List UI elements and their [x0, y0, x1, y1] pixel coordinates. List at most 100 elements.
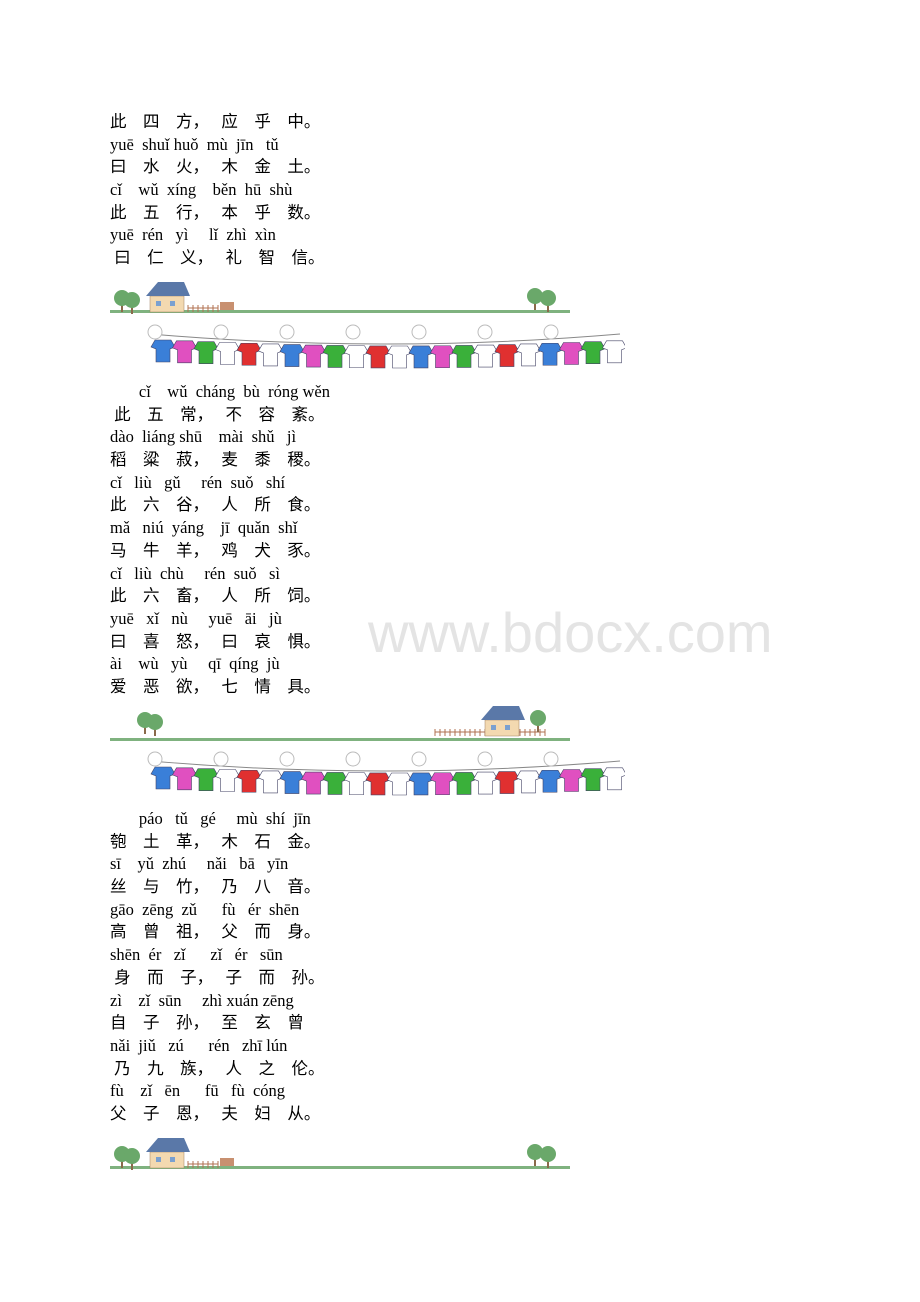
shirt-icon [258, 343, 283, 367]
cloud-icon [147, 751, 163, 767]
pinyin-line: mǎ niú yáng jī quǎn shǐ [110, 518, 298, 538]
shirt-icon [236, 769, 262, 793]
document-page: www.bdocx.com 此 四 方， 应 乎 中。 yuē shuǐ huǒ … [0, 0, 920, 1302]
landscape-divider-3 [110, 1134, 572, 1177]
shirt-icon [387, 345, 412, 369]
hanzi-line: 曰 喜 怒， 曰 哀 惧。 [110, 631, 321, 651]
shirt-icon [494, 344, 520, 367]
shirt-icon [387, 772, 412, 796]
shirt-icon [537, 342, 563, 366]
cloud-icon [543, 751, 559, 767]
shirt-icon [537, 769, 563, 793]
hanzi-line: 此 四 方， 应 乎 中。 [110, 112, 321, 131]
hanzi-line: 此 六 畜， 人 所 饲。 [110, 586, 321, 606]
pinyin-line: cǐ liù gǔ rén suǒ shí [110, 472, 286, 492]
shirt-icon [365, 345, 391, 369]
shirt-icon [322, 345, 348, 368]
hanzi-line: 曰 水 火， 木 金 土。 [110, 157, 321, 177]
cloud-icon [279, 751, 295, 767]
shirt-icon [193, 768, 219, 791]
shirt-icon [473, 771, 498, 795]
hanzi-line: 父 子 恩， 夫 妇 从。 [110, 1103, 321, 1123]
hanzi-line: 马 牛 羊， 鸡 犬 豕。 [110, 540, 321, 560]
shirt-icon [580, 768, 606, 791]
cloud-icon [477, 324, 493, 340]
cloud-icon [345, 751, 361, 767]
shirt-icon [365, 772, 391, 796]
shirt-icon [451, 772, 477, 795]
hanzi-line: 丝 与 竹， 乃 八 音。 [110, 877, 321, 897]
hanzi-line: 此 五 常， 不 容 紊。 [110, 404, 325, 424]
pinyin-line: zì zǐ sūn zhì xuán zēng [110, 990, 294, 1010]
pinyin-line: páo tǔ gé mù shí jīn [110, 809, 311, 828]
clothesline-divider-1 [145, 324, 627, 375]
pinyin-line: nǎi jiǔ zú rén zhī lún [110, 1035, 288, 1055]
pinyin-line: cǐ liù chù rén suǒ sì [110, 563, 281, 583]
shirt-icon [236, 342, 262, 366]
shirt-icon [602, 767, 627, 791]
cloud-icon [477, 751, 493, 767]
shirt-icon [516, 770, 541, 794]
hanzi-line: 稻 粱 菽， 麦 黍 稷。 [110, 450, 321, 470]
shirt-icon [322, 772, 348, 795]
shirt-icon [215, 769, 240, 792]
clothesline-divider-2 [145, 751, 627, 802]
cloud-icon [411, 324, 427, 340]
hanzi-line: 此 六 谷， 人 所 食。 [110, 495, 321, 515]
shirt-icon [279, 771, 305, 794]
shirt-icon [344, 345, 369, 369]
shirt-icon [215, 342, 240, 365]
shirt-icon [430, 345, 455, 369]
hanzi-line: 身 而 子， 子 而 孙。 [110, 967, 325, 987]
shirt-icon [473, 344, 498, 368]
tree-icon [540, 290, 556, 312]
cloud-icon [213, 324, 229, 340]
hanzi-line: 自 子 孙， 至 玄 曾 [110, 1013, 304, 1033]
fence-icon [187, 305, 219, 312]
shirt-icon [494, 771, 520, 794]
verse-section-1: 此 四 方， 应 乎 中。 yuē shuǐ huǒ mù jīn tǔ 曰 水 火… [110, 111, 325, 270]
cloud-icon [411, 751, 427, 767]
landscape-divider-2 [110, 706, 572, 749]
shirt-icon [279, 344, 305, 367]
cloud-icon [147, 324, 163, 340]
shirt-icon [451, 345, 477, 368]
pinyin-line: yuē rén yì lǐ zhì xìn [110, 225, 276, 245]
shirt-icon [172, 340, 197, 364]
shirt-icon [344, 772, 369, 796]
landscape-divider-1 [110, 278, 572, 321]
hanzi-line: 乃 九 族， 人 之 伦。 [110, 1058, 325, 1078]
pinyin-line: cǐ wǔ xíng běn hū shù [110, 180, 293, 200]
cloud-icon [345, 324, 361, 340]
shirt-icon [559, 769, 584, 792]
pinyin-line: fù zǐ ēn fū fù cóng [110, 1081, 286, 1101]
pinyin-line: yuē shuǐ huǒ mù jīn tǔ [110, 134, 279, 154]
verse-section-2: cǐ wǔ cháng bù róng wěn 此 五 常， 不 容 紊。 dào… [110, 381, 330, 699]
pinyin-line: gāo zēng zǔ fù ér shēn [110, 899, 300, 919]
pinyin-line: yuē xǐ nù yuē āi jù [110, 608, 282, 628]
fence-icon [187, 1161, 219, 1168]
hanzi-line: 匏 土 革， 木 石 金。 [110, 831, 321, 851]
tree-icon [147, 714, 163, 736]
watermark: www.bdocx.com [368, 601, 773, 664]
house-icon [481, 706, 525, 737]
tree-icon [540, 1146, 556, 1168]
pinyin-line: sī yǔ zhú nǎi bā yīn [110, 854, 289, 874]
hanzi-line: 此 五 行， 本 乎 数。 [110, 202, 321, 222]
hanzi-line: 曰 仁 义， 礼 智 信。 [110, 248, 325, 268]
tree-icon [530, 710, 546, 732]
pinyin-line: shēn ér zǐ zǐ ér sūn [110, 945, 283, 965]
shirt-icon [150, 339, 176, 363]
shirt-icon [193, 341, 219, 364]
shirt-icon [172, 767, 197, 791]
shirt-icon [301, 771, 326, 795]
shirt-icon [150, 766, 176, 790]
shirt-icon [408, 772, 434, 796]
pinyin-line: ài wù yù qī qíng jù [110, 654, 280, 674]
cloud-icon [279, 324, 295, 340]
shirt-icon [258, 770, 283, 794]
shirt-icon [301, 344, 326, 368]
hanzi-line: 高 曾 祖， 父 而 身。 [110, 922, 321, 942]
shirt-icon [580, 341, 606, 364]
pinyin-line: dào liáng shū mài shǔ jì [110, 427, 297, 447]
